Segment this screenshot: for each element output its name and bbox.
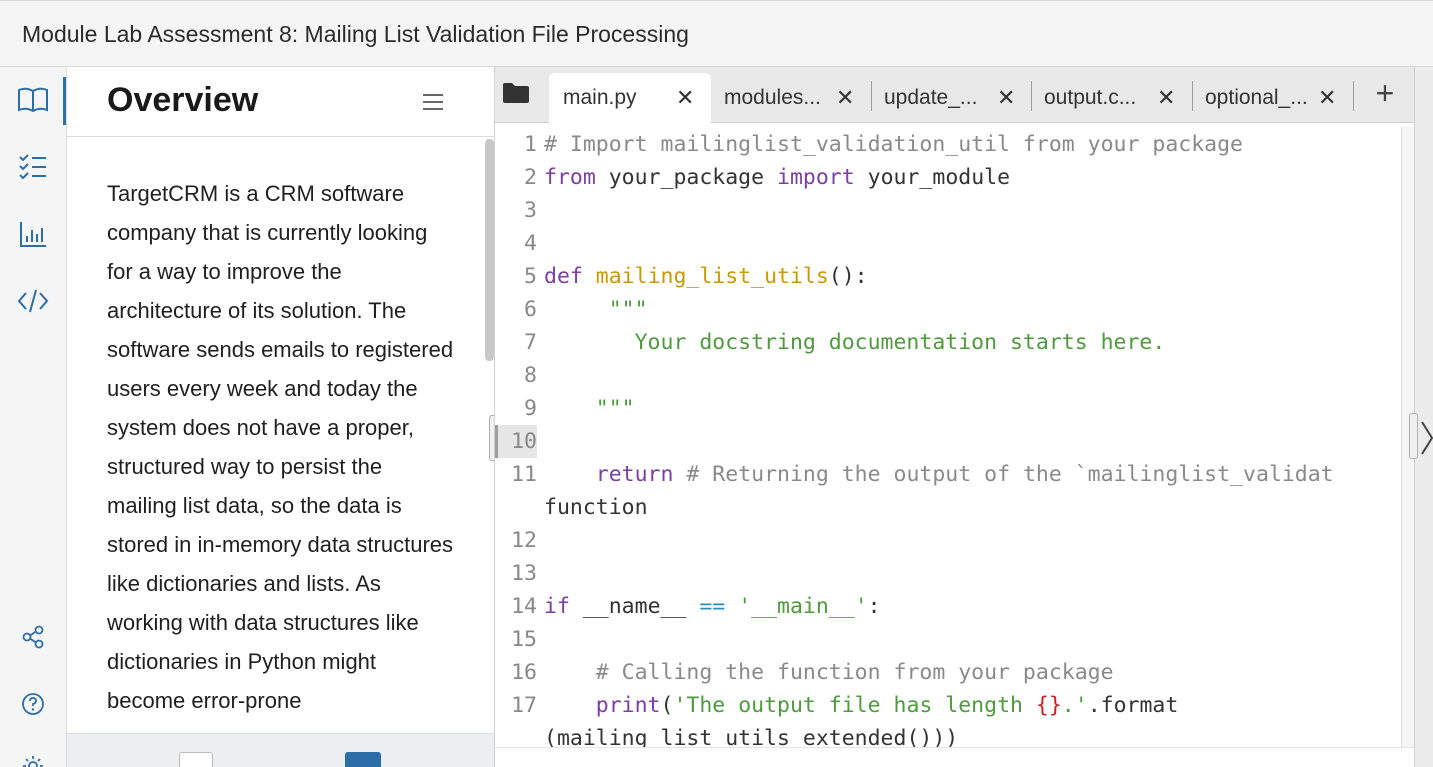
tab-label: optional_... [1205, 86, 1308, 109]
code-text: # Calling the function from your package [595, 660, 1114, 685]
line-number: 9 [524, 396, 537, 421]
tab-modules[interactable]: modules... ✕ [711, 73, 871, 123]
code-text: return # Returning the output of the `ma… [595, 462, 1334, 487]
code-line[interactable]: function [495, 491, 1401, 524]
code-line[interactable]: 12 [495, 524, 1401, 557]
overview-title: Overview [107, 81, 259, 119]
code-line[interactable]: 16 # Calling the function from your pack… [495, 656, 1401, 689]
line-number: 12 [511, 528, 537, 553]
code-line[interactable]: 17 print('The output file has length {}.… [495, 689, 1401, 722]
line-number: 8 [524, 363, 537, 388]
code-line[interactable]: 6 """ [495, 293, 1401, 326]
code-line[interactable]: 1 # Import mailinglist_validation_util fr… [495, 128, 1401, 161]
line-number: 11 [511, 462, 537, 487]
code-line[interactable]: 3 [495, 194, 1401, 227]
code-text: if __name__ == '__main__': [544, 594, 881, 619]
line-number: 1 [524, 132, 537, 157]
line-number: 3 [524, 198, 537, 223]
tab-label: update_... [884, 86, 978, 109]
code-text: from your_package import your_module [544, 165, 1011, 190]
code-text: print('The output file has length {}.'.f… [595, 693, 1179, 718]
code-line[interactable]: (mailing_list_utils_extended())) [495, 722, 1401, 747]
prev-page-button[interactable] [179, 752, 213, 767]
overview-header: Overview [67, 67, 494, 137]
code-icon[interactable] [14, 282, 52, 320]
icon-rail [0, 67, 67, 767]
code-text: """ [544, 396, 635, 421]
tab-label: modules... [724, 86, 821, 109]
close-icon[interactable]: ✕ [836, 85, 854, 111]
line-number: 4 [524, 231, 537, 256]
code-line[interactable]: 9 """ [495, 392, 1401, 425]
share-icon[interactable] [14, 618, 52, 656]
line-number: 2 [524, 165, 537, 190]
code-line[interactable]: 7 Your docstring documentation starts he… [495, 326, 1401, 359]
line-number: 7 [524, 330, 537, 355]
tab-divider [1353, 81, 1354, 111]
title-bar: Module Lab Assessment 8: Mailing List Va… [0, 0, 1433, 67]
bar-chart-icon[interactable] [14, 215, 52, 253]
close-icon[interactable]: ✕ [997, 85, 1015, 111]
folder-icon[interactable] [501, 81, 535, 109]
line-number: 14 [511, 594, 537, 619]
code-text: """ [544, 297, 648, 322]
close-icon[interactable]: ✕ [676, 85, 694, 111]
code-text: def mailing_list_utils(): [544, 264, 868, 289]
right-resize-handle[interactable] [1409, 413, 1418, 459]
overview-panel: Overview TargetCRM is a CRM software com… [67, 67, 494, 767]
tab-main-py[interactable]: main.py ✕ [549, 73, 711, 123]
code-line[interactable]: 10 [495, 425, 1401, 458]
close-icon[interactable]: ✕ [1157, 85, 1175, 111]
line-number: 17 [511, 693, 537, 718]
tab-update[interactable]: update_... ✕ [872, 73, 1032, 123]
window-title: Module Lab Assessment 8: Mailing List Va… [22, 21, 689, 47]
code-text: # Import mailinglist_validation_util fro… [544, 132, 1243, 157]
tab-bar: main.py ✕ modules... ✕ update_... ✕ outp… [495, 67, 1415, 123]
chevron-right-icon[interactable] [1420, 418, 1433, 458]
code-line[interactable]: 14 if __name__ == '__main__': [495, 590, 1401, 623]
code-editor[interactable]: 1 # Import mailinglist_validation_util fr… [495, 127, 1401, 747]
overview-scrollbar[interactable] [485, 139, 494, 361]
hamburger-menu-icon[interactable] [419, 89, 447, 115]
editor-bottom-panel [495, 747, 1415, 767]
tab-output[interactable]: output.c... ✕ [1032, 73, 1192, 123]
code-line[interactable]: 2 from your_package import your_module [495, 161, 1401, 194]
new-tab-button[interactable]: + [1371, 75, 1399, 111]
line-number: 13 [511, 561, 537, 586]
code-line[interactable]: 8 [495, 359, 1401, 392]
rail-active-indicator [63, 77, 66, 125]
line-number: 16 [511, 660, 537, 685]
editor-area: main.py ✕ modules... ✕ update_... ✕ outp… [494, 67, 1415, 767]
code-text: (mailing_list_utils_extended())) [544, 726, 959, 747]
tab-label: output.c... [1044, 86, 1137, 109]
overview-footer [67, 733, 494, 767]
code-line[interactable]: 5 def mailing_list_utils(): [495, 260, 1401, 293]
line-number: 10 [495, 425, 537, 458]
overview-description: TargetCRM is a CRM software company that… [107, 181, 454, 713]
line-number: 15 [511, 627, 537, 652]
code-text: function [544, 495, 648, 520]
line-number: 6 [524, 297, 537, 322]
close-icon[interactable]: ✕ [1318, 85, 1336, 111]
line-number: 5 [524, 264, 537, 289]
code-line[interactable]: 4 [495, 227, 1401, 260]
checklist-icon[interactable] [14, 148, 52, 186]
overview-body[interactable]: TargetCRM is a CRM software company that… [67, 138, 494, 732]
code-line[interactable]: 13 [495, 557, 1401, 590]
settings-icon[interactable] [14, 747, 52, 767]
code-line[interactable]: 15 [495, 623, 1401, 656]
code-text: Your docstring documentation starts here… [544, 330, 1166, 355]
book-icon[interactable] [14, 81, 52, 119]
next-page-button[interactable] [345, 752, 381, 767]
help-icon[interactable] [14, 685, 52, 723]
tab-optional[interactable]: optional_... ✕ [1193, 73, 1353, 123]
code-line[interactable]: 11 return # Returning the output of the … [495, 458, 1401, 491]
tab-label: main.py [563, 86, 637, 109]
